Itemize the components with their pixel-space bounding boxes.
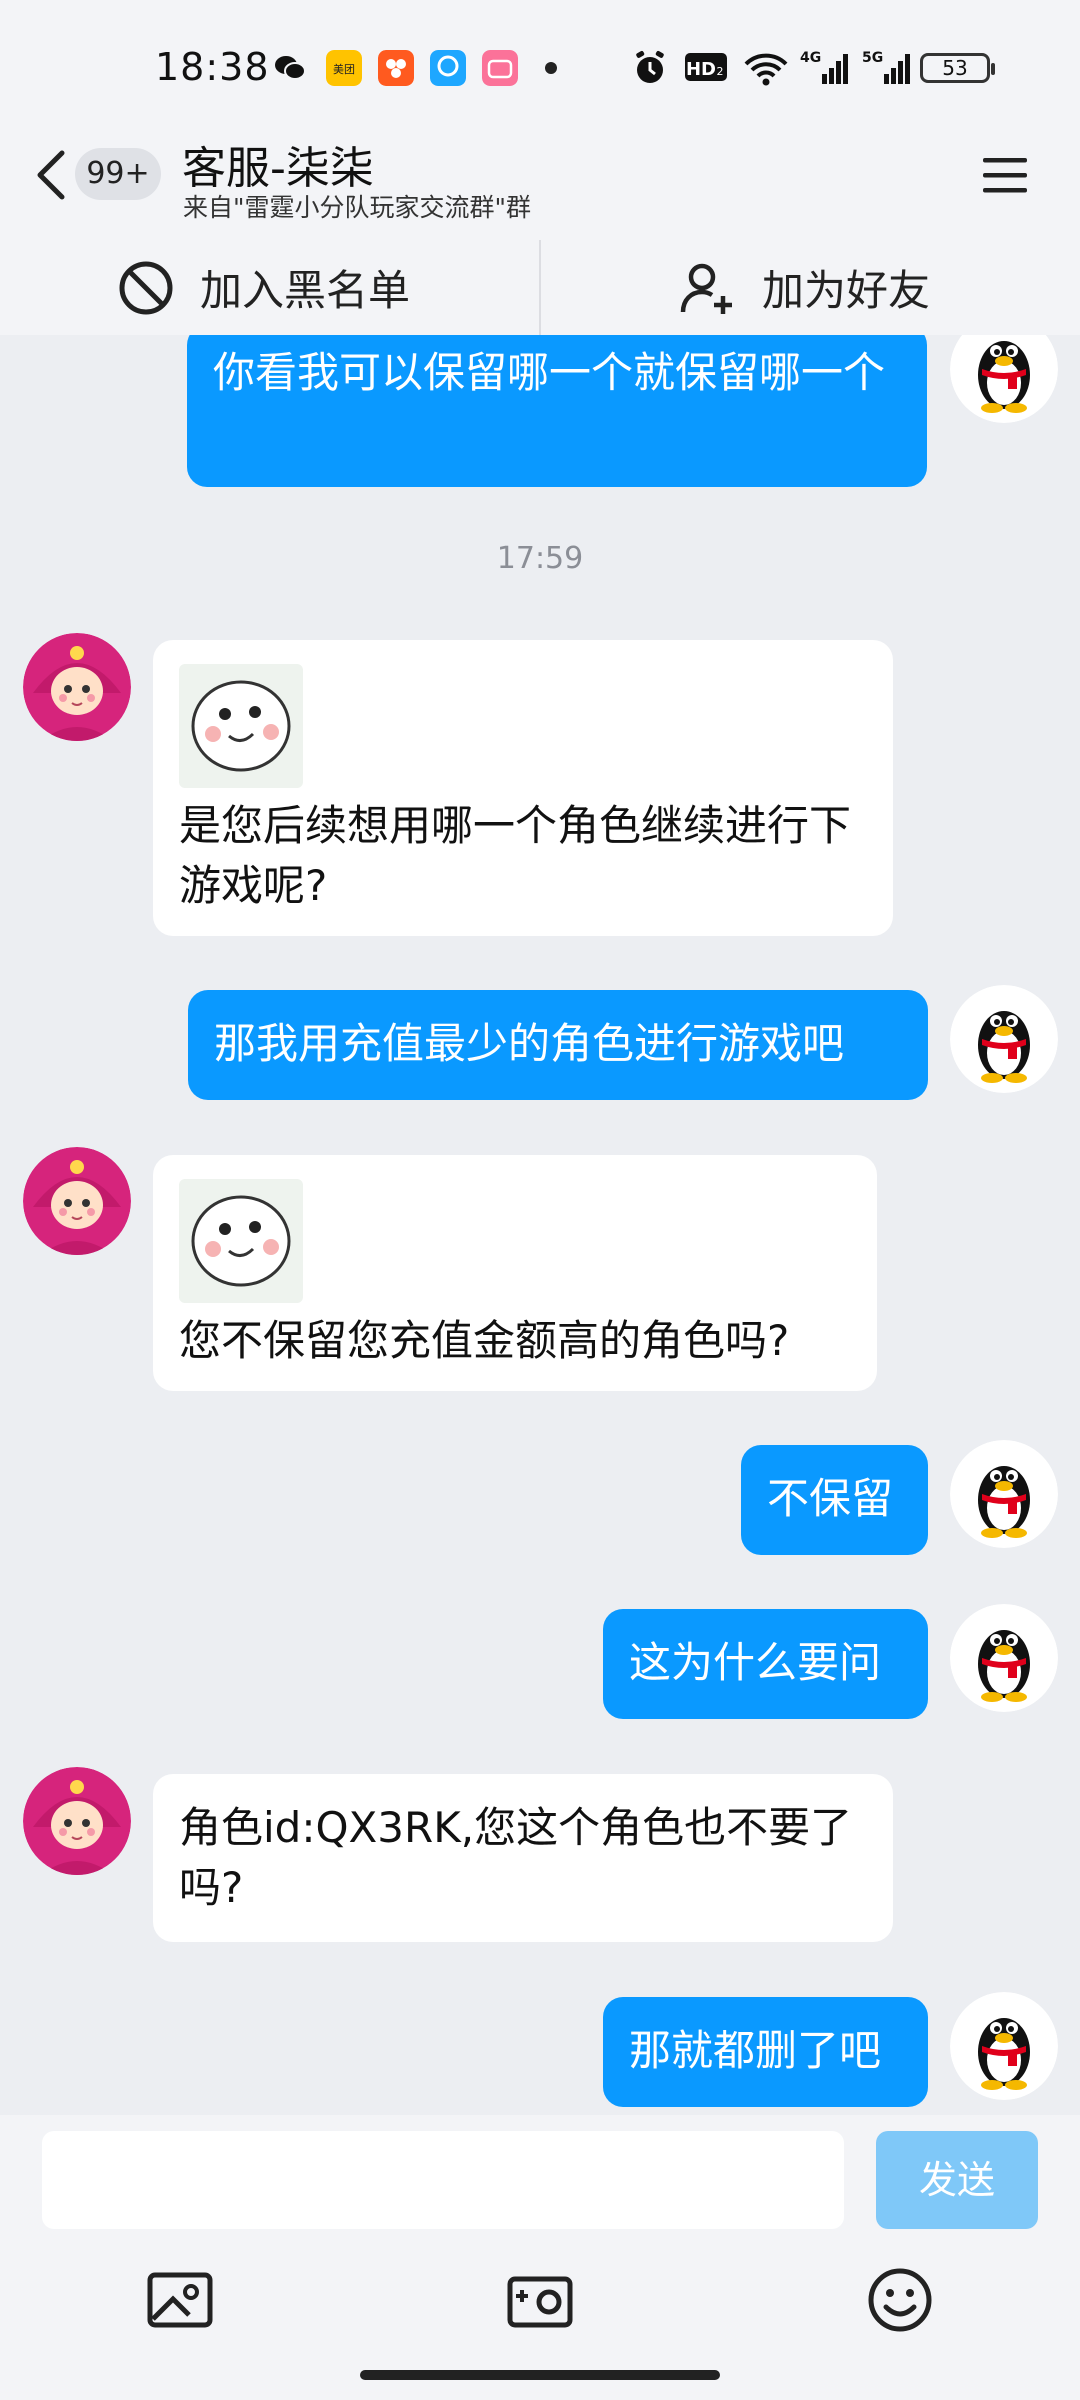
sticker-image bbox=[179, 664, 303, 788]
add-friend-icon bbox=[680, 263, 732, 314]
chat-timestamp: 17:59 bbox=[496, 541, 584, 576]
wifi-icon bbox=[744, 53, 788, 86]
blacklist-label: 加入黑名单 bbox=[200, 266, 411, 315]
status-bar: 18:38 美团 HD 2 4G 5G 53 bbox=[0, 0, 1080, 130]
sticker-image bbox=[179, 1179, 303, 1303]
self-avatar[interactable] bbox=[950, 1992, 1058, 2100]
blacklist-button[interactable]: 加入黑名单 bbox=[118, 240, 410, 335]
svg-text:2: 2 bbox=[717, 65, 724, 78]
status-time: 18:38 bbox=[155, 45, 270, 89]
menu-icon[interactable] bbox=[980, 150, 1030, 200]
svg-text:4G: 4G bbox=[800, 50, 821, 66]
chat-subtitle: 来自"雷霆小分队玩家交流群"群 bbox=[183, 193, 531, 222]
self-avatar[interactable] bbox=[950, 335, 1058, 423]
agent-avatar[interactable] bbox=[23, 1767, 131, 1875]
signal-icon: 4G bbox=[800, 50, 848, 84]
image-icon[interactable] bbox=[145, 2265, 215, 2335]
message-text: 您不保留您充值金额高的角色吗? bbox=[179, 1316, 790, 1365]
self-avatar[interactable] bbox=[950, 1604, 1058, 1712]
wechat-icon bbox=[275, 56, 306, 80]
outgoing-message-bubble[interactable]: 不保留 bbox=[741, 1445, 928, 1555]
outgoing-message-bubble[interactable]: 你看我可以保留哪一个就保留哪一个 bbox=[187, 335, 927, 487]
meituan-icon: 美团 bbox=[326, 50, 362, 86]
outgoing-message-bubble[interactable]: 那我用充值最少的角色进行游戏吧 bbox=[188, 990, 928, 1100]
send-button[interactable]: 发送 bbox=[876, 2131, 1038, 2229]
chat-area[interactable]: 你看我可以保留哪一个就保留哪一个 17:59 是您后续想用哪一个角色继续进行下游… bbox=[0, 335, 1080, 2115]
self-avatar[interactable] bbox=[950, 1440, 1058, 1548]
incoming-message-bubble[interactable]: 您不保留您充值金额高的角色吗? bbox=[153, 1155, 877, 1391]
svg-text:HD: HD bbox=[686, 59, 716, 80]
camera-icon[interactable] bbox=[505, 2265, 575, 2335]
hd-icon: HD 2 bbox=[685, 53, 727, 81]
message-input[interactable] bbox=[42, 2131, 844, 2229]
bilibili-icon bbox=[482, 50, 518, 86]
chat-title: 客服-柒柒 bbox=[182, 143, 374, 194]
add-friend-label: 加为好友 bbox=[762, 266, 931, 315]
unread-count-badge[interactable]: 99+ bbox=[75, 148, 161, 200]
notification-dot bbox=[545, 62, 557, 74]
incoming-message-bubble[interactable]: 是您后续想用哪一个角色继续进行下游戏呢? bbox=[153, 640, 893, 936]
message-text: 是您后续想用哪一个角色继续进行下游戏呢? bbox=[179, 801, 852, 910]
browser-icon bbox=[430, 50, 466, 86]
outgoing-message-bubble[interactable]: 这为什么要问 bbox=[603, 1609, 928, 1719]
self-avatar[interactable] bbox=[950, 985, 1058, 1093]
signal-icon: 5G bbox=[862, 50, 910, 84]
block-icon bbox=[119, 261, 173, 314]
battery-indicator: 53 bbox=[920, 53, 995, 83]
home-indicator[interactable] bbox=[360, 2370, 720, 2380]
outgoing-message-bubble[interactable]: 那就都删了吧 bbox=[603, 1997, 928, 2107]
action-divider bbox=[539, 240, 541, 335]
add-friend-button[interactable]: 加为好友 bbox=[680, 240, 930, 335]
alarm-icon bbox=[636, 51, 664, 83]
incoming-message-bubble[interactable]: 角色id:QX3RK,您这个角色也不要了吗? bbox=[153, 1774, 893, 1942]
svg-text:美团: 美团 bbox=[333, 63, 355, 76]
emoji-icon[interactable] bbox=[865, 2265, 935, 2335]
back-button[interactable] bbox=[30, 145, 80, 205]
app-icon bbox=[378, 50, 414, 86]
svg-text:5G: 5G bbox=[862, 50, 883, 66]
agent-avatar[interactable] bbox=[23, 633, 131, 741]
agent-avatar[interactable] bbox=[23, 1147, 131, 1255]
